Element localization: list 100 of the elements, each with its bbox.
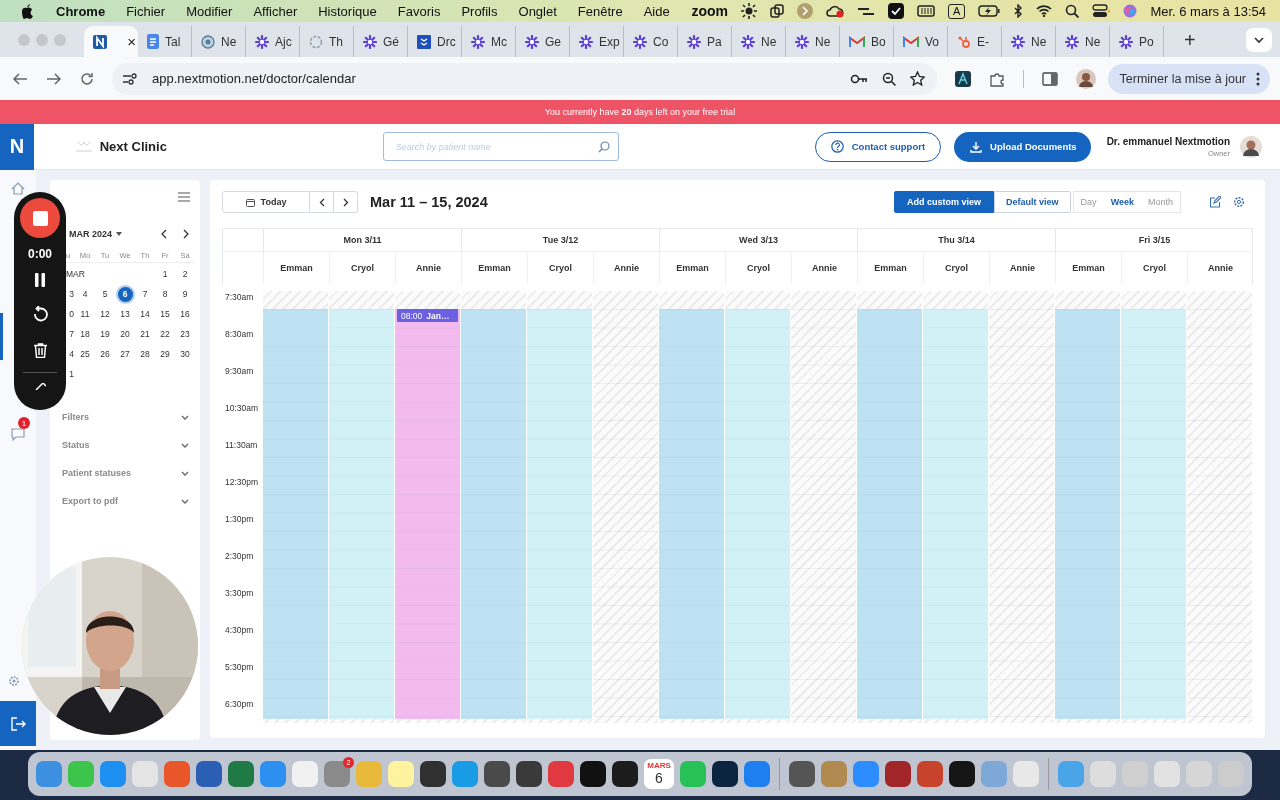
menu-icon[interactable] (178, 192, 190, 202)
calendar-day[interactable]: 4 (82, 289, 88, 299)
calendar-day[interactable]: 7 (142, 289, 148, 299)
edit-icon[interactable] (1209, 196, 1221, 208)
previous-icon[interactable] (160, 229, 168, 239)
sun-icon[interactable] (741, 3, 758, 19)
menu-item[interactable]: Favoris (397, 3, 441, 19)
browser-tab[interactable]: × (84, 26, 138, 57)
puzzle-icon[interactable] (988, 70, 1005, 87)
calendar-day[interactable]: 21 (140, 329, 150, 339)
calendar-event[interactable]: 08:00 Jan… (397, 309, 458, 322)
status-item[interactable]: zoom (691, 3, 729, 19)
calendar-day[interactable]: 30 (180, 349, 190, 359)
default-view-button[interactable]: Default view (994, 191, 1071, 213)
calendar-day[interactable]: 11 (80, 309, 90, 319)
new-tab-button[interactable]: + (1184, 29, 1196, 52)
app-icon[interactable] (580, 761, 606, 787)
calendar-day[interactable]: 5 (102, 289, 108, 299)
next-week-button[interactable] (334, 191, 358, 213)
filter-section[interactable]: Filters (62, 403, 190, 431)
search-icon[interactable] (1065, 4, 1080, 18)
close-button[interactable]: × (127, 33, 136, 50)
logout-button[interactable] (0, 701, 36, 746)
calendar-day[interactable]: 3 (69, 289, 74, 299)
calendar-day[interactable]: 8 (162, 289, 168, 299)
extension-icon[interactable] (954, 70, 971, 87)
home-icon[interactable] (11, 182, 25, 195)
app-icon[interactable] (516, 761, 542, 787)
bars-icon[interactable] (857, 5, 876, 17)
menu-item[interactable]: Modifier (186, 3, 233, 19)
menu-item[interactable]: Aide (643, 3, 670, 19)
zoom-out-icon[interactable] (881, 71, 896, 86)
copy-icon[interactable] (770, 4, 785, 18)
star-icon[interactable] (909, 71, 925, 86)
app-icon[interactable] (420, 761, 446, 787)
battery-icon[interactable] (978, 5, 1001, 17)
calendar-day[interactable]: 6 (117, 286, 133, 302)
back-icon[interactable] (12, 71, 28, 86)
settings-icon[interactable] (8, 675, 20, 687)
menu-item[interactable]: Fichier (126, 3, 166, 19)
toggles-icon[interactable] (1092, 4, 1111, 18)
forward-circle-icon[interactable] (797, 3, 814, 19)
app-icon[interactable] (612, 761, 638, 787)
previous-week-button[interactable] (310, 191, 334, 213)
calendar-day[interactable]: 25 (80, 349, 90, 359)
upload-documents-button[interactable]: Upload Documents (954, 131, 1091, 162)
calendar-day[interactable]: 20 (120, 329, 130, 339)
filter-section[interactable]: Patient statuses (62, 459, 190, 487)
app-icon[interactable] (484, 761, 510, 787)
calendar-day[interactable]: 9 (182, 289, 188, 299)
trash-icon[interactable] (33, 343, 47, 358)
forward-icon[interactable] (46, 71, 62, 86)
check-icon[interactable] (888, 3, 905, 19)
menu-item[interactable]: Chrome (56, 3, 106, 19)
calendar-day[interactable]: 18 (80, 329, 90, 339)
pen-icon[interactable] (34, 383, 46, 390)
address-bar[interactable]: app.nextmotion.net/doctor/calendar (112, 62, 937, 95)
calendar-day[interactable]: 26 (100, 349, 110, 359)
menu-item[interactable]: Onglet (518, 3, 557, 19)
user-avatar[interactable] (1240, 135, 1262, 158)
wifi-icon[interactable] (1036, 5, 1053, 17)
siri-icon[interactable] (1123, 4, 1138, 18)
pause-icon[interactable] (34, 273, 46, 287)
month-picker[interactable]: MAR 2024 (69, 229, 113, 239)
input-source-indicator[interactable]: A (948, 3, 966, 19)
restart-icon[interactable] (32, 306, 48, 323)
calendar-day[interactable]: 29 (160, 349, 170, 359)
view-tab[interactable]: Week (1103, 192, 1141, 212)
calendar-day[interactable]: 22 (160, 329, 170, 339)
key-icon[interactable] (849, 73, 868, 84)
calendar-day[interactable]: 7 (69, 329, 74, 339)
calendar-day[interactable]: 15 (160, 309, 170, 319)
menu-item[interactable]: Fenêtre (577, 3, 623, 19)
chat-icon[interactable] (10, 427, 26, 441)
side-panel-icon[interactable] (1041, 71, 1058, 86)
menu-item[interactable]: Profils (461, 3, 498, 19)
today-button[interactable]: Today (222, 191, 310, 213)
cloud-icon[interactable] (826, 4, 845, 18)
app-icon[interactable] (712, 761, 738, 787)
add-custom-view-button[interactable]: Add custom view (894, 191, 995, 213)
reload-icon[interactable] (80, 71, 94, 86)
calendar-day[interactable]: 28 (140, 349, 150, 359)
app-icon[interactable] (949, 761, 975, 787)
calendar-day[interactable]: 14 (140, 309, 150, 319)
memory-icon[interactable] (917, 5, 936, 17)
calendar-day[interactable]: 27 (120, 349, 130, 359)
calendar-day[interactable]: 23 (180, 329, 190, 339)
search-field[interactable]: Search by patient name (382, 132, 619, 161)
profile-avatar[interactable] (1075, 68, 1096, 89)
site-settings-icon[interactable] (122, 72, 138, 85)
calendar-day[interactable]: 0 (69, 309, 74, 319)
filter-section[interactable]: Status (62, 431, 190, 459)
tab-list-button[interactable] (1246, 28, 1272, 52)
settings-icon[interactable] (1233, 196, 1245, 208)
menu-item[interactable]: Afficher (253, 3, 298, 19)
calendar-day[interactable]: 2 (182, 269, 188, 279)
contact-support-button[interactable]: Contact support (814, 131, 942, 162)
calendar-app-icon[interactable]: MARS 6 (644, 759, 674, 789)
filter-section[interactable]: Export to pdf (62, 487, 190, 515)
calendar-day[interactable]: 13 (120, 309, 130, 319)
